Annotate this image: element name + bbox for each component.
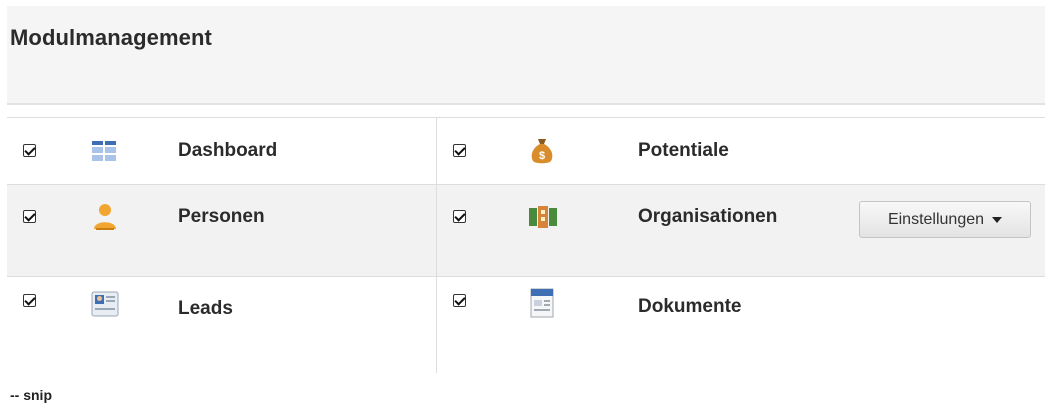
caret-down-icon: [992, 216, 1003, 223]
footer-note: -- snip: [10, 387, 52, 403]
money-bag-icon: $: [531, 139, 553, 164]
dashboard-grid-icon: [92, 141, 116, 161]
svg-text:$: $: [539, 150, 545, 162]
page-header: Modulmanagement: [7, 6, 1045, 105]
module-checkbox-dokumente[interactable]: [453, 294, 466, 307]
module-label: Dokumente: [638, 296, 742, 317]
settings-button-label: Einstellungen: [887, 210, 985, 228]
module-checkbox-potentiale[interactable]: [453, 144, 466, 157]
module-grid: Dashboard $ Potentiale Personen Organisa…: [7, 117, 1045, 373]
module-label: Organisationen: [638, 206, 778, 227]
module-label: Potentiale: [638, 140, 729, 161]
module-checkbox-personen[interactable]: [23, 210, 36, 223]
module-checkbox-organisationen[interactable]: [453, 210, 466, 223]
document-icon: [530, 288, 554, 318]
module-checkbox-dashboard[interactable]: [23, 144, 36, 157]
module-row: Leads Dokumente: [7, 277, 1045, 373]
module-label: Dashboard: [178, 140, 278, 161]
module-row: Dashboard $ Potentiale: [7, 118, 1045, 185]
page-title: Modulmanagement: [10, 25, 212, 50]
organization-icon: [529, 206, 557, 228]
person-icon: [94, 204, 116, 230]
contact-card-icon: [91, 291, 119, 317]
module-label: Leads: [178, 298, 233, 319]
settings-dropdown-button[interactable]: Einstellungen: [859, 201, 1031, 238]
module-row: Personen Organisationen Einstellungen: [7, 185, 1045, 277]
module-checkbox-leads[interactable]: [23, 294, 36, 307]
module-label: Personen: [178, 206, 265, 227]
column-divider: [436, 118, 437, 373]
